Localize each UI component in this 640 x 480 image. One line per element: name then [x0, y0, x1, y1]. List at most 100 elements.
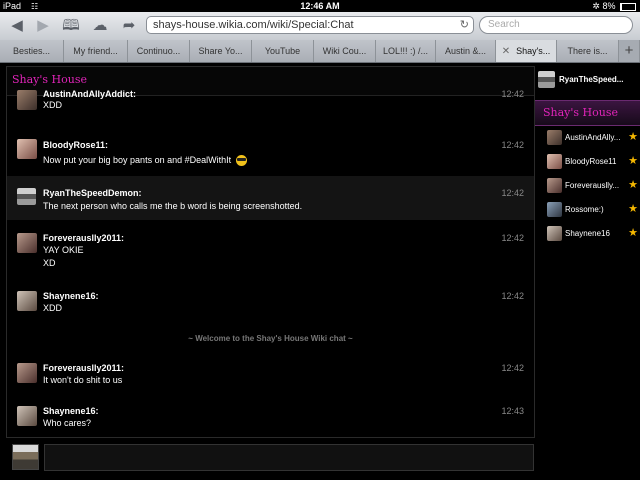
message-user: AustinAndAllyAddict:: [43, 89, 136, 99]
bluetooth-icon: ✲: [592, 1, 600, 11]
tab-shays-label: Shay's...: [516, 46, 551, 56]
avatar: [17, 291, 37, 311]
message-text: The next person who calls me the b word …: [43, 201, 303, 211]
tab-bar: Besties... My friend... Continuo... Shar…: [0, 40, 640, 63]
user-list-item[interactable]: AustinAndAlly... ★: [547, 130, 640, 148]
user-name: BloodyRose11: [565, 157, 617, 166]
user-list-item[interactable]: Foreverauslly... ★: [547, 178, 640, 196]
star-icon: ★: [628, 203, 638, 215]
tab-there-is[interactable]: There is...: [557, 40, 619, 62]
message-user: Foreverauslly2011:: [43, 363, 125, 373]
tab-continuo[interactable]: Continuo...: [128, 40, 190, 62]
message-time: 12:43: [501, 406, 524, 416]
user-list-item[interactable]: Shaynene16 ★: [547, 226, 640, 244]
chat-message: Foreverauslly2011: YAY OKIE XD 12:42: [7, 223, 534, 277]
avatar: [538, 71, 555, 88]
message-input[interactable]: [44, 444, 534, 471]
message-user: RyanTheSpeedDemon:: [43, 188, 142, 198]
tab-share-yo[interactable]: Share Yo...: [190, 40, 252, 62]
message-text: YAY OKIE: [43, 245, 84, 255]
self-username: RyanTheSpeed...: [559, 75, 624, 84]
star-icon: ★: [628, 131, 638, 143]
new-tab-button[interactable]: +: [619, 40, 640, 62]
message-text: Who cares?: [43, 418, 92, 428]
user-name: AustinAndAlly...: [565, 133, 621, 142]
message-time: 12:42: [501, 363, 524, 373]
plus-icon: +: [624, 42, 634, 59]
battery-icon: [620, 2, 636, 11]
close-tab-icon[interactable]: ✕: [502, 46, 510, 57]
url-text: shays-house.wikia.com/wiki/Special:Chat: [153, 19, 354, 31]
user-list-item[interactable]: BloodyRose11 ★: [547, 154, 640, 172]
tab-besties[interactable]: Besties...: [0, 40, 64, 62]
tab-lol[interactable]: LOL!!! :) /...: [376, 40, 436, 62]
user-name: Rossome:): [565, 205, 604, 214]
sidebar-room-header[interactable]: Shay's House: [535, 100, 640, 126]
message-user: Foreverauslly2011:: [43, 233, 125, 243]
tab-shays[interactable]: ✕ Shay's...: [496, 40, 557, 62]
message-user: BloodyRose11:: [43, 140, 109, 150]
address-bar[interactable]: shays-house.wikia.com/wiki/Special:Chat …: [146, 16, 474, 34]
message-text: XD: [43, 258, 56, 268]
chat-message: Shaynene16: Who cares? 12:43: [7, 398, 534, 436]
message-text: XDD: [43, 100, 63, 110]
avatar: [17, 406, 37, 426]
avatar: [547, 226, 562, 241]
battery-percent: 8%: [602, 1, 616, 11]
avatar: [547, 154, 562, 169]
sunglasses-emoji-icon: [235, 155, 247, 167]
back-icon[interactable]: ◀: [6, 16, 28, 36]
share-icon[interactable]: ➦: [118, 16, 140, 36]
message-time: 12:42: [501, 140, 524, 150]
sidebar-room-title: Shay's House: [543, 106, 619, 119]
message-user: Shaynene16:: [43, 406, 99, 416]
star-icon: ★: [628, 155, 638, 167]
message-text: It won't do shit to us: [43, 375, 123, 385]
tab-austin[interactable]: Austin &...: [436, 40, 496, 62]
user-name: Foreverauslly...: [565, 181, 620, 190]
message-text-wrap: Now put your big boy pants on and #DealW…: [43, 155, 247, 167]
message-text: Now put your big boy pants on and #DealW…: [43, 155, 232, 165]
chat-message: Foreverauslly2011: It won't do shit to u…: [7, 355, 534, 395]
status-bar: iPad ☷ 12:46 AM ✲ 8%: [0, 0, 640, 12]
my-avatar: [12, 444, 39, 470]
message-user: Shaynene16:: [43, 291, 99, 301]
avatar: [17, 188, 36, 205]
browser-toolbar: ◀ ▶ 🕮 ☁ ➦ shays-house.wikia.com/wiki/Spe…: [0, 12, 640, 41]
message-text: XDD: [43, 303, 63, 313]
user-name: Shaynene16: [565, 229, 610, 238]
clock: 12:46 AM: [300, 1, 340, 11]
message-time: 12:42: [501, 233, 524, 243]
message-time: 12:42: [501, 188, 524, 198]
battery-status: ✲ 8%: [592, 0, 636, 12]
chat-message: BloodyRose11: Now put your big boy pants…: [7, 131, 534, 175]
avatar: [17, 233, 37, 253]
user-list-item[interactable]: Rossome:) ★: [547, 202, 640, 220]
message-list[interactable]: AustinAndAllyAddict: XDD 12:42 BloodyRos…: [7, 89, 534, 437]
star-icon: ★: [628, 179, 638, 191]
avatar: [17, 363, 37, 383]
tab-youtube[interactable]: YouTube: [252, 40, 314, 62]
chat-message: Shaynene16: XDD 12:42: [7, 281, 534, 317]
self-user[interactable]: RyanTheSpeed...: [538, 70, 638, 90]
star-icon: ★: [628, 227, 638, 239]
chat-message: AustinAndAllyAddict: XDD 12:42: [7, 85, 534, 121]
message-time: 12:42: [501, 89, 524, 99]
tab-wiki-cou[interactable]: Wiki Cou...: [314, 40, 376, 62]
cloud-icon[interactable]: ☁: [89, 16, 111, 36]
forward-icon[interactable]: ▶: [32, 16, 54, 36]
chat-window: Shay's House AustinAndAllyAddict: XDD 12…: [6, 66, 535, 438]
message-time: 12:42: [501, 291, 524, 301]
avatar: [17, 139, 37, 159]
tab-my-friend[interactable]: My friend...: [64, 40, 128, 62]
reload-icon[interactable]: ↻: [460, 17, 469, 33]
avatar: [547, 178, 562, 193]
avatar: [547, 202, 562, 217]
search-input[interactable]: Search: [479, 16, 633, 34]
chat-message: RyanTheSpeedDemon: The next person who c…: [7, 176, 534, 220]
avatar: [17, 90, 37, 110]
bookmarks-icon[interactable]: 🕮: [60, 16, 82, 36]
avatar: [547, 130, 562, 145]
welcome-message: ~ Welcome to the Shay's House Wiki chat …: [188, 334, 353, 343]
user-sidebar: RyanTheSpeed... Shay's House AustinAndAl…: [535, 66, 640, 480]
